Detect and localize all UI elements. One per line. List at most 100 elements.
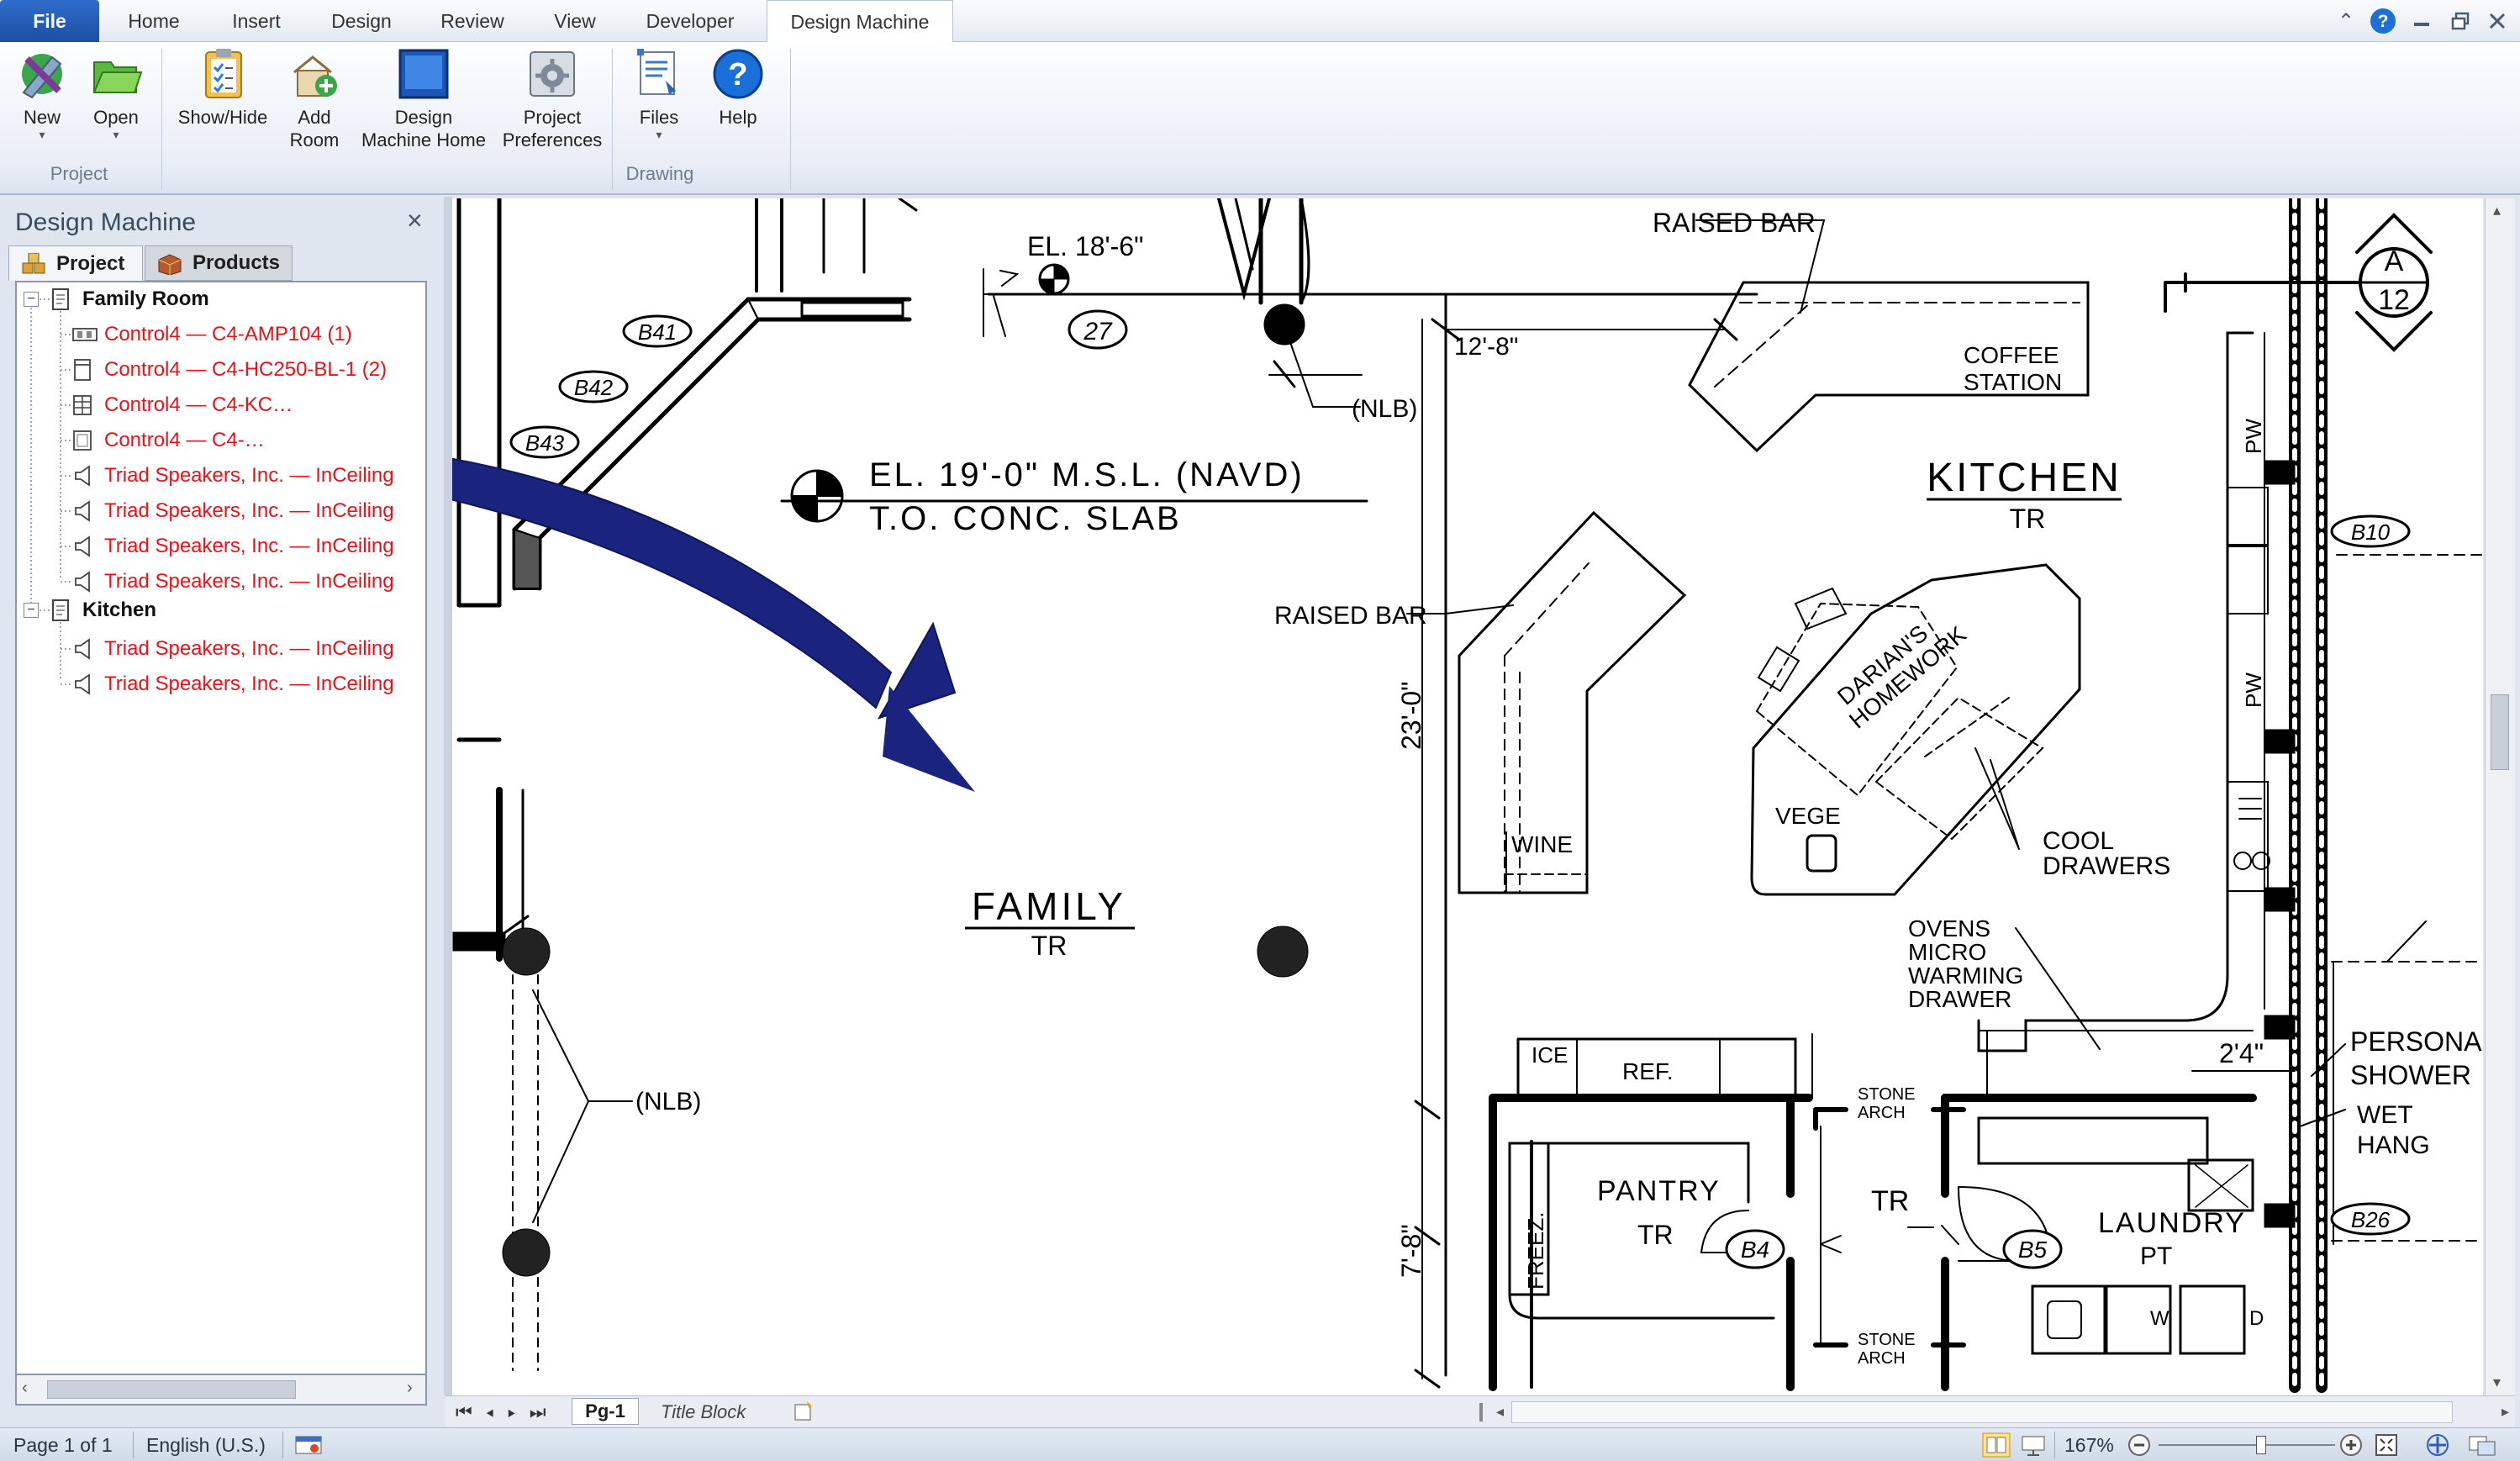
view-mode-icon[interactable] — [1982, 1428, 2011, 1461]
room-label-pantry: PANTRY — [1597, 1175, 1721, 1207]
page-tab-title-block[interactable]: Title Block — [661, 1401, 746, 1423]
design-machine-home-button[interactable]: Design Machine Home — [353, 47, 494, 151]
tree-horizontal-scrollbar[interactable]: ‹ › — [15, 1375, 427, 1406]
tree-room-family[interactable]: Family Room — [50, 282, 209, 316]
tab-project[interactable]: Project — [8, 245, 143, 281]
tree-item[interactable]: Control4 — C4-KC… — [72, 388, 293, 422]
ribbon-minimize-icon[interactable]: ⌃ — [2332, 8, 2360, 34]
add-room-button[interactable]: Add Room — [281, 47, 348, 151]
panel-splitter[interactable] — [444, 197, 452, 1395]
horizontal-scroll-track[interactable] — [1511, 1401, 2453, 1423]
switch-windows-icon[interactable] — [2468, 1428, 2498, 1461]
zoom-slider-thumb[interactable] — [2256, 1436, 2266, 1454]
tab-design[interactable]: Design — [321, 0, 402, 42]
room-sublabel-pantry: TR — [1637, 1220, 1674, 1250]
tab-products[interactable]: Products — [145, 245, 293, 281]
note-label: MICRO — [1908, 939, 1986, 965]
ribbon-tab-bar: File Home Insert Design Review View Deve… — [0, 0, 2520, 44]
panel-close-icon[interactable]: × — [407, 205, 423, 236]
scrollbar-thumb[interactable] — [47, 1380, 296, 1399]
elevation-label: EL. 18'-6" — [1027, 231, 1143, 261]
scroll-down-icon[interactable]: ▾ — [2493, 1374, 2501, 1391]
section-mark-label: A — [2385, 245, 2404, 277]
note-label: PERSONAL — [2350, 1026, 2483, 1057]
insert-page-icon[interactable] — [792, 1400, 817, 1427]
collapse-toggle-icon[interactable]: − — [24, 292, 39, 307]
page-tab-pg1[interactable]: Pg-1 — [572, 1398, 639, 1425]
home-window-icon — [397, 47, 451, 101]
tree-item[interactable]: Triad Speakers, Inc. — InCeiling — [72, 632, 394, 666]
zoom-out-icon[interactable] — [2127, 1428, 2152, 1461]
tab-file[interactable]: File — [0, 0, 99, 42]
zoom-slider-track[interactable] — [2159, 1444, 2335, 1446]
note-label: (NLB) — [635, 1088, 701, 1116]
zoom-level[interactable]: 167% — [2064, 1428, 2114, 1461]
tree-item[interactable]: Triad Speakers, Inc. — InCeiling — [72, 494, 394, 528]
open-button[interactable]: Open ▾ — [86, 47, 146, 140]
room-sublabel-family: TR — [1031, 931, 1068, 961]
scroll-left-icon[interactable]: ◂ — [1496, 1403, 1504, 1421]
show-hide-button[interactable]: Show/Hide — [171, 47, 274, 129]
status-separator — [133, 1432, 134, 1458]
note-label: RAISED BAR — [1653, 208, 1816, 238]
design-machine-panel: Design Machine × Project Products − Fami… — [0, 197, 444, 1426]
tag-text: B10 — [2351, 520, 2391, 545]
presentation-mode-icon[interactable] — [2021, 1428, 2046, 1461]
restore-icon[interactable] — [2446, 8, 2475, 34]
scrollbar-thumb[interactable] — [2491, 694, 2509, 770]
dimension-label: 7'-8" — [1396, 1224, 1426, 1278]
tree-item[interactable]: Control4 — C4-HC250-BL-1 (2) — [72, 353, 387, 387]
tree-room-kitchen[interactable]: Kitchen — [50, 593, 156, 627]
canvas-vertical-scrollbar[interactable]: ▴ ▾ — [2485, 198, 2515, 1395]
note-label: DRAWERS — [2043, 852, 2170, 880]
tree-item[interactable]: Triad Speakers, Inc. — InCeiling — [72, 459, 394, 493]
project-preferences-button[interactable]: Project Preferences — [499, 47, 605, 151]
new-button[interactable]: New ▾ — [12, 47, 72, 140]
pan-zoom-icon[interactable] — [2424, 1428, 2454, 1461]
tab-view[interactable]: View — [543, 0, 607, 42]
collapse-toggle-icon[interactable]: − — [24, 603, 39, 618]
ribbon-separator — [161, 49, 162, 190]
room-label-family: FAMILY — [972, 884, 1126, 928]
minimize-icon[interactable] — [2407, 8, 2436, 34]
tab-home[interactable]: Home — [118, 0, 190, 42]
controller-icon — [72, 359, 92, 381]
tree-item[interactable]: Triad Speakers, Inc. — InCeiling — [72, 530, 394, 563]
tree-item[interactable]: Control4 — C4-… — [72, 424, 265, 457]
zoom-in-icon[interactable] — [2338, 1428, 2364, 1461]
dropdown-arrow-icon: ▾ — [656, 128, 662, 141]
help-icon[interactable]: ? — [2369, 8, 2397, 34]
note-label: OVENS — [1908, 915, 1990, 941]
tree-item[interactable]: Control4 — C4-AMP104 (1) — [72, 318, 352, 351]
scroll-right-icon[interactable]: › — [407, 1379, 413, 1398]
language-indicator[interactable]: English (U.S.) — [146, 1428, 266, 1461]
tree-item[interactable]: Triad Speakers, Inc. — InCeiling — [72, 667, 394, 701]
note-label: WARMING — [1908, 963, 2023, 989]
help-button[interactable]: ? Help — [708, 47, 768, 129]
page-nav-arrows-icon[interactable]: ⏮◂▸⏭ — [456, 1401, 560, 1423]
ribbon: New ▾ Open ▾ Project Show/Hide Add Room … — [0, 42, 2520, 195]
speaker-icon — [72, 638, 92, 660]
note-label: WET — [2357, 1101, 2413, 1129]
room-label-laundry: LAUNDRY — [2098, 1207, 2246, 1239]
fit-page-icon[interactable] — [2374, 1428, 2399, 1461]
scroll-up-icon[interactable]: ▴ — [2493, 202, 2501, 219]
status-bar: Page 1 of 1 English (U.S.) 167% — [0, 1427, 2520, 1461]
tab-design-machine[interactable]: Design Machine — [767, 0, 953, 44]
close-icon[interactable] — [2483, 8, 2512, 34]
tab-review[interactable]: Review — [430, 0, 514, 42]
room-sublabel-laundry: PT — [2140, 1242, 2172, 1270]
tag-text: B4 — [1741, 1237, 1769, 1263]
tab-insert[interactable]: Insert — [220, 0, 293, 42]
files-button[interactable]: Files ▾ — [622, 47, 696, 140]
scroll-left-icon[interactable]: ‹ — [22, 1379, 28, 1398]
page-count: Page 1 of 1 — [13, 1433, 113, 1456]
scroll-right-icon[interactable]: ▸ — [2502, 1403, 2509, 1421]
split-handle[interactable] — [1479, 1403, 1483, 1421]
macro-record-icon[interactable] — [294, 1428, 323, 1461]
status-separator — [282, 1432, 283, 1458]
tab-developer[interactable]: Developer — [635, 0, 745, 42]
drawing-canvas[interactable]: B41 B42 B43 27 B10 B26 B4 B5 FAMILY TR K… — [452, 198, 2483, 1395]
checklist-icon — [196, 47, 250, 101]
dropdown-arrow-icon: ▾ — [39, 128, 45, 141]
